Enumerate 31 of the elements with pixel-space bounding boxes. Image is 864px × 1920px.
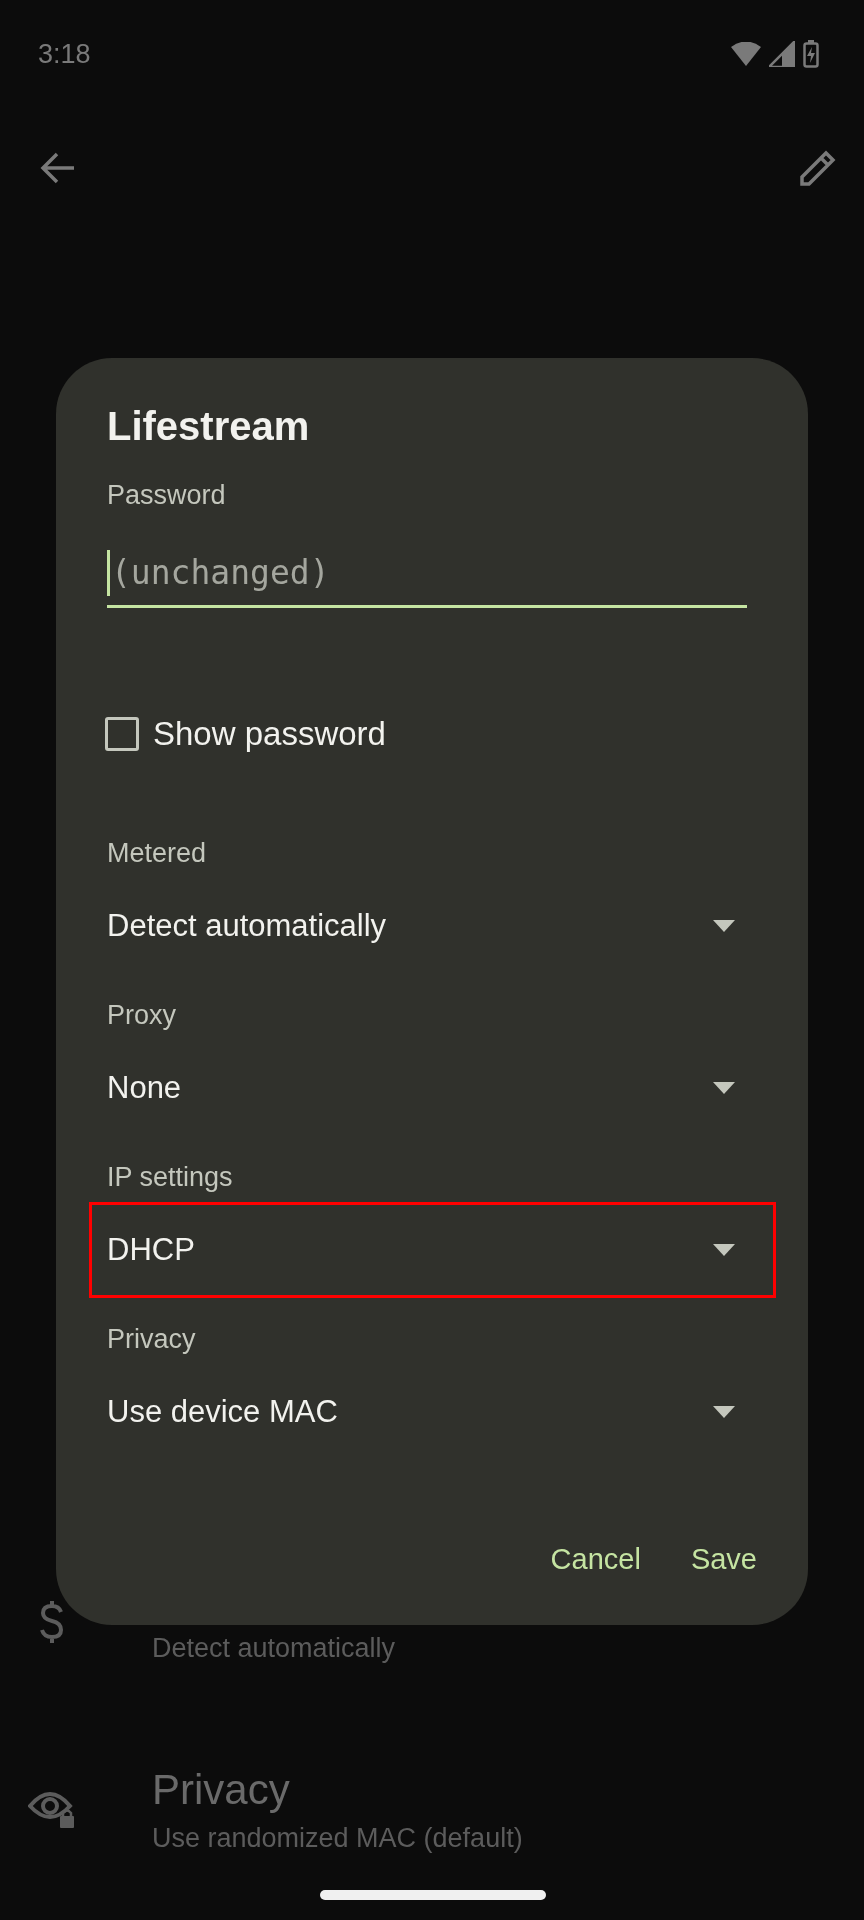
password-field[interactable]: (unchanged) xyxy=(107,525,747,608)
wifi-icon xyxy=(731,42,761,66)
save-button[interactable]: Save xyxy=(678,1529,769,1589)
text-cursor xyxy=(107,550,110,596)
pencil-icon[interactable] xyxy=(798,148,838,188)
caret-icon xyxy=(713,1244,735,1256)
checkbox[interactable] xyxy=(105,717,139,751)
dialog-title: Lifestream xyxy=(107,404,310,448)
eye-lock-icon xyxy=(28,1790,76,1830)
checkbox-label: Show password xyxy=(153,715,386,753)
cancel-button[interactable]: Cancel xyxy=(538,1529,653,1589)
dollar-icon xyxy=(39,1600,65,1644)
caret-icon xyxy=(713,920,735,932)
dropdown[interactable]: Use device MAC xyxy=(89,1364,776,1460)
dropdown[interactable]: None xyxy=(89,1040,776,1136)
dropdown[interactable]: Detect automatically xyxy=(89,878,776,974)
back-icon[interactable] xyxy=(40,151,76,185)
battery-icon xyxy=(803,40,819,68)
status-time: 3:18 xyxy=(38,38,91,70)
field-label: Privacy xyxy=(107,1323,196,1356)
field-label: Proxy xyxy=(107,999,177,1032)
caret-icon xyxy=(713,1082,735,1094)
setting-summary: Use randomized MAC (default) xyxy=(152,1822,523,1855)
signal-icon xyxy=(769,41,795,67)
caret-icon xyxy=(713,1406,735,1418)
field-label: Metered xyxy=(107,837,207,870)
field-label: Password xyxy=(107,479,226,512)
setting-title: Privacy xyxy=(152,1765,291,1815)
setting-summary: Detect automatically xyxy=(152,1632,396,1665)
dropdown[interactable]: DHCP xyxy=(89,1202,776,1298)
field-label: IP settings xyxy=(107,1161,233,1194)
